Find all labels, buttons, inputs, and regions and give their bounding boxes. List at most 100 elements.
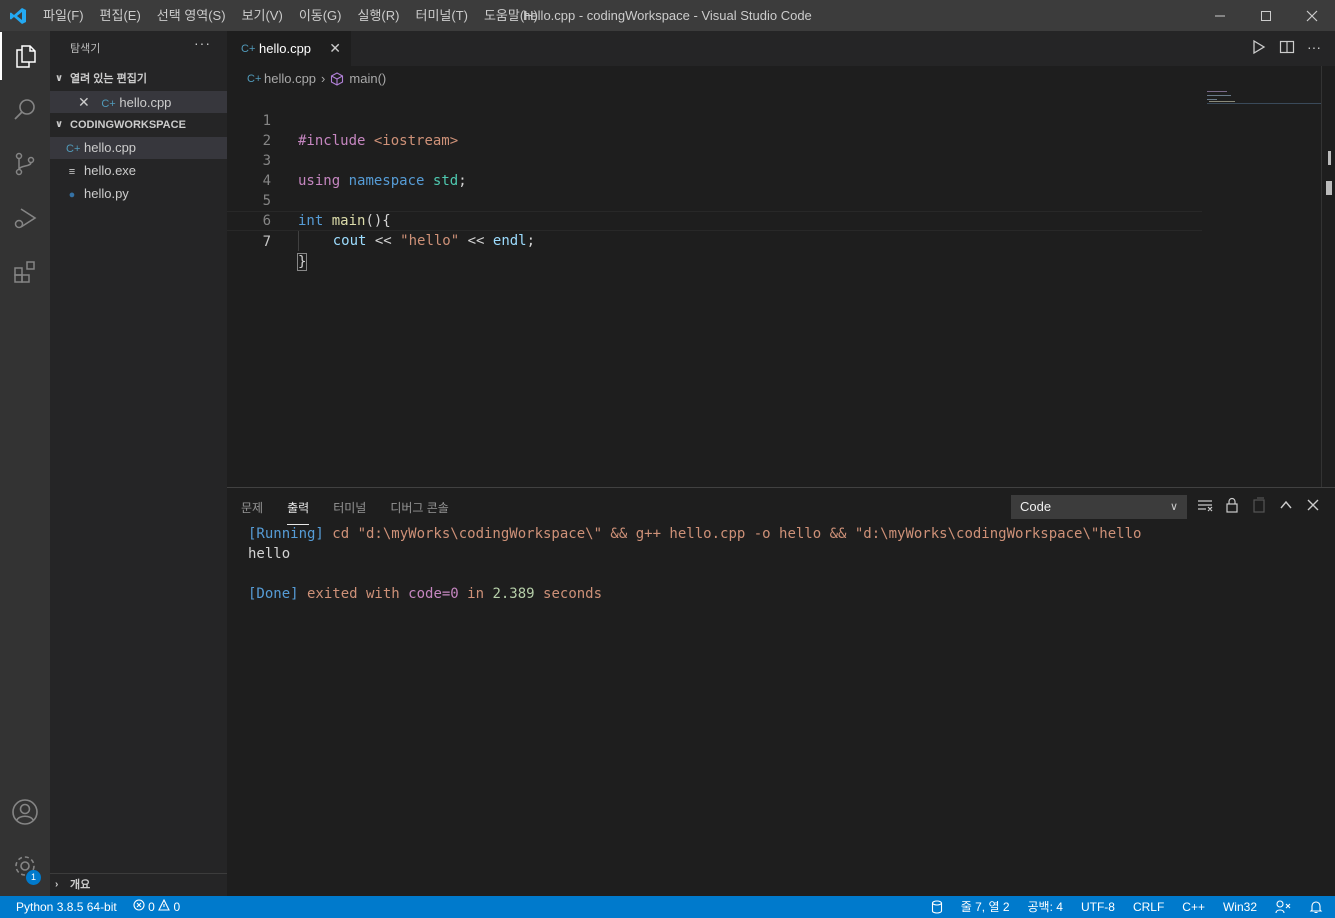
menu-file[interactable]: 파일(F) <box>35 0 92 31</box>
menu-edit[interactable]: 편집(E) <box>92 0 149 31</box>
output-command: cd "d:\myWorks\codingWorkspace\" && g++ … <box>323 526 1142 542</box>
menu-selection[interactable]: 선택 영역(S) <box>149 0 234 31</box>
activity-accounts[interactable] <box>0 788 50 836</box>
activity-manage[interactable]: 1 <box>0 842 50 890</box>
open-editors-header[interactable]: ∨ 열려 있는 편집기 <box>50 68 227 90</box>
file-item-hello-cpp[interactable]: C+ hello.cpp <box>50 137 227 159</box>
text-file-icon: ≡ <box>68 166 76 178</box>
open-editor-label: hello.cpp <box>119 95 172 110</box>
tab-problems[interactable]: 문제 <box>241 499 263 525</box>
code-line-current: 7 } <box>227 211 1202 271</box>
extensions-icon <box>14 261 35 283</box>
menu-help[interactable]: 도움말(H) <box>476 0 546 31</box>
workspace-header[interactable]: ∨ CODINGWORKSPACE <box>50 114 227 136</box>
tab-terminal[interactable]: 터미널 <box>333 499 366 525</box>
close-panel-icon[interactable] <box>1305 497 1321 513</box>
cpp-file-icon: C+ <box>101 98 116 110</box>
output-text: in <box>458 586 493 602</box>
title-bar: 파일(F) 편집(E) 선택 영역(S) 보기(V) 이동(G) 실행(R) 터… <box>0 0 1335 31</box>
clear-output-icon[interactable] <box>1197 497 1213 513</box>
code-line: 5 int main(){ <box>227 171 1202 229</box>
tab-debug-console[interactable]: 디버그 콘솔 <box>390 499 449 525</box>
language-mode[interactable]: C++ <box>1182 896 1205 918</box>
close-icon <box>1306 10 1318 21</box>
activity-explorer[interactable] <box>0 32 50 80</box>
run-code-icon[interactable] <box>1251 39 1267 55</box>
platform[interactable]: Win32 <box>1223 896 1257 918</box>
output-text: exited with <box>298 586 409 602</box>
breadcrumb-file[interactable]: hello.cpp <box>264 71 316 86</box>
workspace-label: CODINGWORKSPACE <box>70 119 186 131</box>
account-icon <box>12 799 38 825</box>
feedback-icon[interactable] <box>1275 900 1291 914</box>
code-token: cout <box>332 233 367 249</box>
maximize-icon <box>1261 10 1271 21</box>
menu-terminal[interactable]: 터미널(T) <box>407 0 475 31</box>
output-channel-select[interactable]: Code ∨ <box>1011 495 1187 519</box>
python-interpreter[interactable]: Python 3.8.5 64-bit <box>16 896 117 918</box>
menu-view[interactable]: 보기(V) <box>234 0 291 31</box>
lock-icon[interactable] <box>1224 497 1240 513</box>
activity-extensions[interactable] <box>0 248 50 296</box>
code-line: 3 using namespace std; <box>227 131 1202 189</box>
breadcrumb: C+ hello.cpp › main() <box>247 71 386 86</box>
minimap[interactable] <box>1207 91 1322 111</box>
chevron-down-icon: ∨ <box>1169 501 1178 513</box>
menu-run[interactable]: 실행(R) <box>350 0 408 31</box>
tab-output[interactable]: 출력 <box>287 499 310 525</box>
split-editor-icon[interactable] <box>1279 39 1295 55</box>
close-editor-icon[interactable]: ✕ <box>78 94 90 110</box>
outline-header[interactable]: › 개요 <box>50 873 227 895</box>
more-actions-icon[interactable]: ··· <box>194 35 211 51</box>
code-line: 2 <box>227 111 1202 149</box>
output-view[interactable]: [Running] cd "d:\myWorks\codingWorkspace… <box>248 524 1141 604</box>
problems-indicator[interactable]: 0 0 <box>133 896 180 918</box>
vscode-logo-icon <box>0 0 35 31</box>
activity-search[interactable] <box>0 86 50 134</box>
panel-actions <box>1197 497 1321 513</box>
open-log-icon[interactable] <box>1251 497 1267 513</box>
output-tag: [Done] <box>248 586 299 602</box>
editor-area: C+ hello.cpp ✕ ··· C+ hello.cpp › main()… <box>227 31 1335 487</box>
run-debug-icon <box>14 208 37 229</box>
status-bar: Python 3.8.5 64-bit 0 0 줄 7, 열 2 공백: 4 U… <box>0 896 1335 918</box>
tab-label: hello.cpp <box>259 41 312 56</box>
maximize-button[interactable] <box>1243 0 1289 31</box>
editor-scrollbar[interactable] <box>1321 66 1335 487</box>
search-icon <box>14 99 35 120</box>
warning-count: 0 <box>173 900 181 914</box>
editor-actions: ··· <box>1251 39 1321 55</box>
activity-source-control[interactable] <box>0 140 50 188</box>
window-controls <box>1197 0 1335 31</box>
file-item-hello-exe[interactable]: ≡ hello.exe <box>50 160 227 182</box>
cursor-position[interactable]: 줄 7, 열 2 <box>961 896 1010 918</box>
menu-go[interactable]: 이동(G) <box>291 0 350 31</box>
close-tab-icon[interactable]: ✕ <box>329 40 341 57</box>
output-line: hello <box>248 544 1141 564</box>
minimize-icon <box>1215 15 1225 16</box>
file-item-hello-py[interactable]: ● hello.py <box>50 183 227 205</box>
cpp-file-icon: C+ <box>241 42 256 55</box>
close-window-button[interactable] <box>1289 0 1335 31</box>
code-line: 4 <box>227 151 1202 189</box>
output-tag: [Running] <box>248 526 324 542</box>
chevron-right-icon: › <box>55 879 59 890</box>
open-editor-item[interactable]: ✕ C+ hello.cpp <box>50 91 227 113</box>
tab-hello-cpp[interactable]: C+ hello.cpp ✕ <box>227 31 351 66</box>
database-icon[interactable] <box>931 900 943 914</box>
file-encoding[interactable]: UTF-8 <box>1081 896 1115 918</box>
code-token: endl <box>492 233 527 249</box>
code-editor[interactable]: 1 #include <iostream> 2 3 using namespac… <box>227 91 1202 271</box>
file-label: hello.cpp <box>84 140 137 155</box>
maximize-panel-icon[interactable] <box>1278 497 1294 513</box>
breadcrumb-symbol[interactable]: main() <box>349 71 386 86</box>
notifications-bell-icon[interactable] <box>1309 900 1323 914</box>
end-of-line[interactable]: CRLF <box>1133 896 1164 918</box>
more-actions-icon[interactable]: ··· <box>1307 39 1321 55</box>
indentation[interactable]: 공백: 4 <box>1028 896 1063 918</box>
activity-run-debug[interactable] <box>0 194 50 242</box>
code-token: } <box>296 253 308 271</box>
minimize-button[interactable] <box>1197 0 1243 31</box>
